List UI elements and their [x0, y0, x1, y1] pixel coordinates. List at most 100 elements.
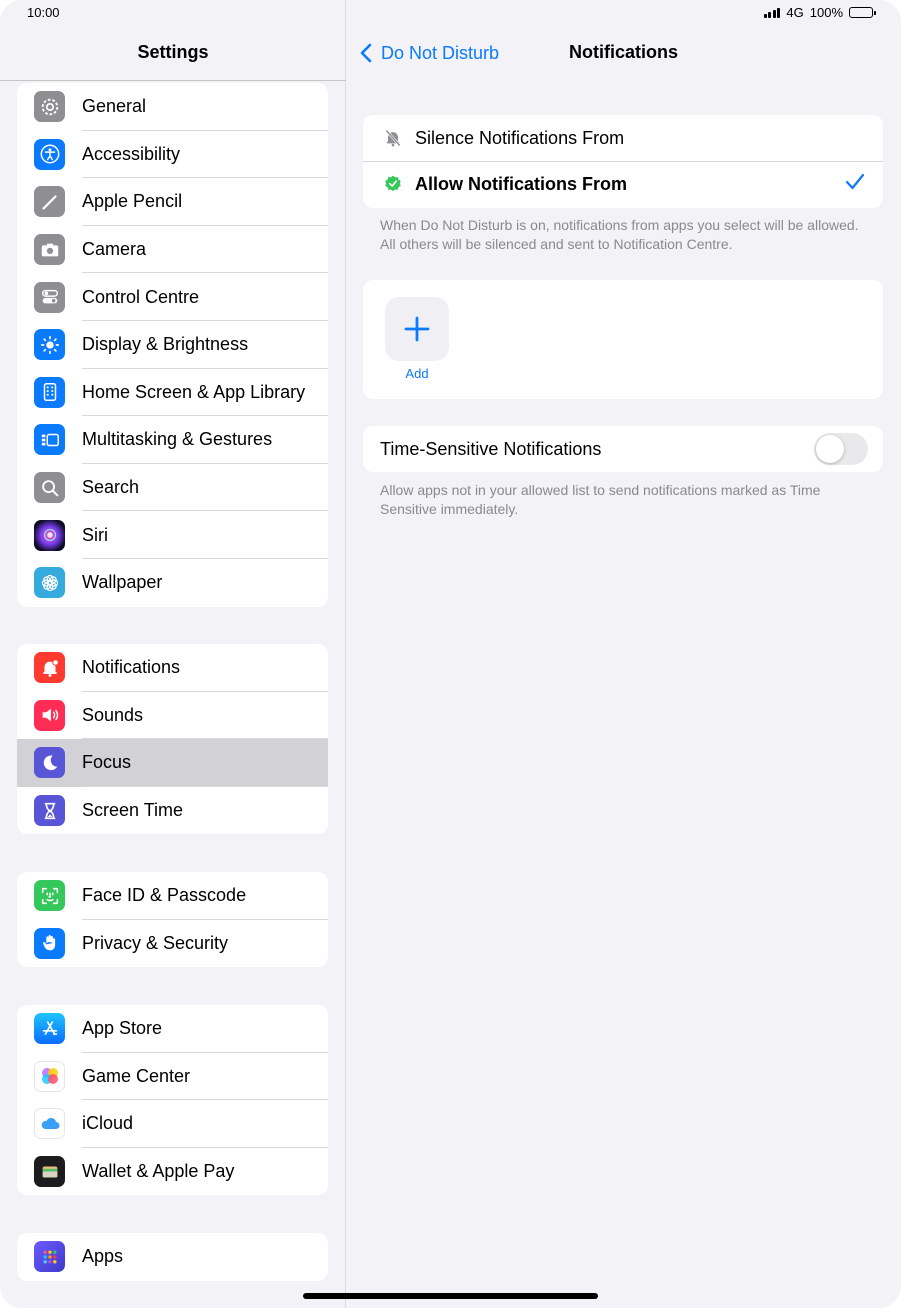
sidebar-item-privacy[interactable]: Privacy & Security	[17, 920, 328, 968]
sidebar-item-camera[interactable]: Camera	[17, 226, 328, 274]
home-screen-icon	[34, 376, 65, 408]
battery-percent: 100%	[809, 5, 843, 20]
sidebar-item-label: Wallpaper	[82, 572, 163, 593]
checkmark-icon	[845, 173, 865, 196]
sidebar-item-display-brightness[interactable]: Display & Brightness	[17, 321, 328, 369]
pencil-icon	[34, 186, 65, 218]
sidebar-item-label: Notifications	[82, 657, 181, 678]
bell-slash-icon	[383, 128, 403, 148]
sidebar-item-label: Privacy & Security	[82, 932, 229, 953]
checkmark-seal-icon	[383, 174, 403, 194]
moon-icon	[34, 747, 65, 779]
cellular-signal-icon	[763, 7, 781, 18]
allowed-apps-card: Add	[363, 280, 883, 399]
sidebar-item-apps[interactable]: Apps	[17, 1233, 328, 1281]
sidebar-item-label: Wallet & Apple Pay	[82, 1161, 235, 1182]
sidebar-item-label: App Store	[82, 1018, 163, 1039]
sidebar-item-wallpaper[interactable]: Wallpaper	[17, 559, 328, 607]
sidebar-item-label: Display & Brightness	[82, 334, 249, 355]
chevron-left-icon	[360, 43, 372, 63]
sidebar-item-label: Home Screen & App Library	[82, 381, 306, 402]
sidebar-item-search[interactable]: Search	[17, 464, 328, 512]
sidebar-item-apple-pencil[interactable]: Apple Pencil	[17, 178, 328, 226]
back-button[interactable]: Do Not Disturb	[359, 42, 499, 64]
gear-icon	[34, 91, 65, 123]
cloud-icon	[34, 1108, 65, 1140]
sidebar-item-screen-time[interactable]: Screen Time	[17, 787, 328, 835]
time-sensitive-row: Time-Sensitive Notifications	[363, 426, 883, 472]
sidebar-item-focus[interactable]: Focus	[17, 739, 328, 787]
silence-notifications-option[interactable]: Silence Notifications From	[363, 115, 883, 161]
sidebar-item-label: Camera	[82, 239, 147, 260]
sidebar-item-wallet[interactable]: Wallet & Apple Pay	[17, 1148, 328, 1196]
add-app-button[interactable]	[385, 297, 449, 361]
sidebar-item-label: iCloud	[82, 1113, 134, 1134]
magnifier-icon	[34, 472, 65, 504]
home-indicator[interactable]	[303, 1293, 598, 1299]
sidebar-item-label: General	[82, 96, 147, 117]
sidebar-item-app-store[interactable]: App Store	[17, 1005, 328, 1053]
sidebar-group-general: General Accessibility Apple Pencil Camer…	[17, 83, 328, 607]
battery-icon	[849, 7, 876, 18]
sidebar-item-face-id[interactable]: Face ID & Passcode	[17, 872, 328, 920]
camera-icon	[34, 234, 65, 266]
apps-grid-icon	[34, 1241, 65, 1273]
sidebar-item-label: Focus	[82, 752, 132, 773]
sidebar-item-label: Screen Time	[82, 800, 184, 821]
sidebar-item-notifications[interactable]: Notifications	[17, 644, 328, 692]
ipad-screen: 10:00 Settings General Accessibility App…	[0, 0, 901, 1308]
time-sensitive-card: Time-Sensitive Notifications	[363, 426, 883, 472]
network-type: 4G	[786, 5, 804, 20]
bell-icon	[34, 652, 65, 684]
add-app-label: Add	[405, 366, 429, 381]
sidebar-item-multitasking[interactable]: Multitasking & Gestures	[17, 416, 328, 464]
back-button-label: Do Not Disturb	[381, 42, 500, 63]
time-sensitive-footnote: Allow apps not in your allowed list to s…	[380, 482, 821, 517]
sidebar-item-game-center[interactable]: Game Center	[17, 1053, 328, 1101]
sidebar-item-siri[interactable]: Siri	[17, 511, 328, 559]
time-sensitive-label: Time-Sensitive Notifications	[380, 438, 602, 459]
toggle-knob	[816, 435, 844, 463]
sidebar-item-accessibility[interactable]: Accessibility	[17, 131, 328, 179]
sidebar-group-apps: Apps	[17, 1233, 328, 1281]
sidebar-item-label: Control Centre	[82, 286, 200, 307]
speaker-icon	[34, 699, 65, 731]
notification-mode-footnote: When Do Not Disturb is on, notifications…	[380, 217, 859, 252]
game-center-icon	[34, 1060, 65, 1092]
page-title: Notifications	[569, 42, 679, 62]
sidebar-item-label: Apple Pencil	[82, 191, 183, 212]
settings-sidebar: 10:00 Settings General Accessibility App…	[0, 0, 346, 1308]
wallet-icon	[34, 1156, 65, 1188]
allow-notifications-option[interactable]: Allow Notifications From	[363, 161, 883, 207]
multitasking-icon	[34, 424, 65, 456]
face-id-icon	[34, 880, 65, 912]
status-time: 10:00	[27, 5, 60, 20]
time-sensitive-toggle[interactable]	[814, 433, 868, 465]
sidebar-item-label: Apps	[82, 1246, 124, 1267]
sidebar-item-label: Sounds	[82, 704, 144, 725]
siri-icon	[34, 519, 65, 551]
sidebar-group-notifications: Notifications Sounds Focus Screen Time	[17, 644, 328, 835]
silence-notifications-label: Silence Notifications From	[415, 127, 625, 148]
sidebar-divider	[0, 80, 346, 81]
accessibility-icon	[34, 138, 65, 170]
sidebar-item-general[interactable]: General	[17, 83, 328, 131]
hourglass-icon	[34, 795, 65, 827]
app-store-icon	[34, 1013, 65, 1045]
status-indicators: 4G 100%	[763, 5, 876, 20]
notification-mode-card: Silence Notifications From Allow Notific…	[363, 115, 883, 208]
detail-pane: 4G 100% Do Not Disturb Notifications Sil…	[347, 0, 901, 1308]
toggles-icon	[34, 281, 65, 313]
sidebar-item-label: Multitasking & Gestures	[82, 429, 273, 450]
sidebar-item-label: Game Center	[82, 1065, 191, 1086]
sidebar-item-control-centre[interactable]: Control Centre	[17, 273, 328, 321]
sidebar-group-services: App Store Game Center iCloud Wallet & Ap…	[17, 1005, 328, 1196]
sidebar-title: Settings	[137, 42, 209, 62]
sidebar-item-label: Accessibility	[82, 143, 181, 164]
plus-icon	[404, 316, 430, 342]
flower-icon	[34, 567, 65, 599]
sidebar-item-label: Siri	[82, 524, 108, 545]
sidebar-item-icloud[interactable]: iCloud	[17, 1100, 328, 1148]
sidebar-item-sounds[interactable]: Sounds	[17, 692, 328, 740]
sidebar-item-home-screen[interactable]: Home Screen & App Library	[17, 369, 328, 417]
